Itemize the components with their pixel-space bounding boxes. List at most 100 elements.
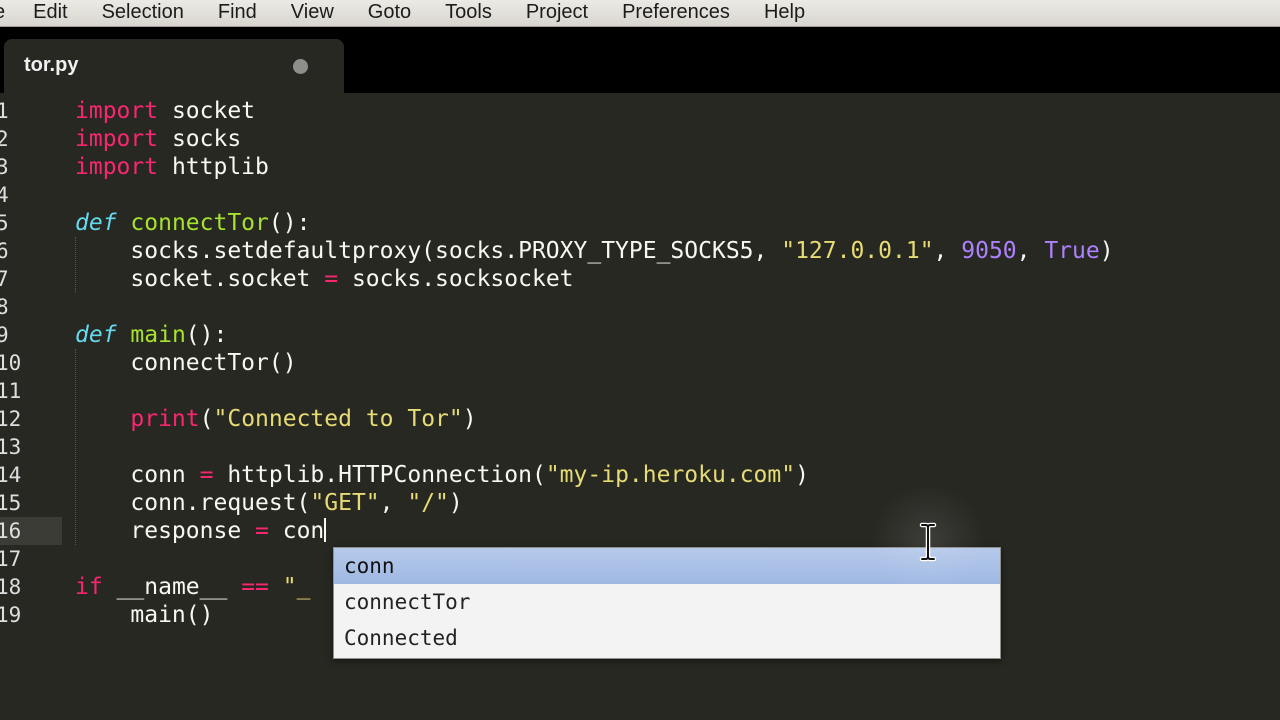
code-token: conn <box>75 462 200 488</box>
code-token: "Connected to Tor" <box>213 406 463 432</box>
code-token: connectTor <box>130 210 269 236</box>
code-line[interactable]: socket.socket = socks.socksocket <box>75 265 1275 293</box>
line-number: 13 <box>0 435 22 459</box>
code-token: (): <box>185 322 228 348</box>
line-number: 14 <box>0 463 22 487</box>
code-token: , <box>379 490 408 516</box>
autocomplete-label: connectTor <box>344 590 471 614</box>
tab-tor-py[interactable]: tor.py <box>4 39 344 95</box>
code-token: import <box>75 126 159 152</box>
ibeam-cursor-icon <box>919 522 937 562</box>
code-line[interactable] <box>75 377 1275 405</box>
code-line[interactable] <box>75 433 1275 461</box>
code-token: "127.0.0.1" <box>781 238 934 264</box>
code-token: httplib <box>158 154 269 180</box>
code-line[interactable]: conn = httplib.HTTPConnection("my-ip.her… <box>75 461 1275 489</box>
code-token: 9050 <box>961 238 1017 264</box>
code-token: , <box>933 238 962 264</box>
menu-bar: e Edit Selection Find View Goto Tools Pr… <box>0 0 1280 27</box>
menu-goto[interactable]: Goto <box>368 2 411 26</box>
line-number: 18 <box>0 575 22 599</box>
code-token: main() <box>75 602 214 628</box>
code-token: = <box>199 462 214 488</box>
code-token: "GET" <box>310 490 380 516</box>
line-number: 15 <box>0 491 22 515</box>
menu-view[interactable]: View <box>291 2 334 26</box>
code-line[interactable]: response = con <box>75 517 1275 545</box>
text-caret <box>324 518 327 542</box>
line-number: 2 <box>0 127 9 151</box>
menu-preferences[interactable]: Preferences <box>622 2 730 26</box>
tab-bar: tor.py <box>0 27 1280 95</box>
code-token: main <box>130 322 186 348</box>
line-number: 6 <box>0 239 9 263</box>
line-number: 9 <box>0 323 9 347</box>
code-token: True <box>1044 238 1100 264</box>
code-token: socks.setdefaultproxy(socks.PROXY_TYPE_S… <box>75 238 782 264</box>
menu-find[interactable]: Find <box>218 2 257 26</box>
code-token: conn.request( <box>75 490 311 516</box>
tab-title: tor.py <box>24 54 79 76</box>
menu-tools[interactable]: Tools <box>445 2 492 26</box>
code-token: ) <box>448 490 463 516</box>
code-line[interactable]: def main(): <box>75 321 1275 349</box>
code-line[interactable]: import socket <box>75 97 1275 125</box>
line-number: 17 <box>0 547 22 571</box>
code-line[interactable]: conn.request("GET", "/") <box>75 489 1275 517</box>
code-token: def <box>75 322 117 348</box>
line-number-gutter: 1 2 3 4 5 6 7 8 9 10 11 12 13 14 15 16 1… <box>0 97 62 629</box>
code-token: def <box>75 210 117 236</box>
code-line[interactable]: import socks <box>75 125 1275 153</box>
code-token: , <box>1016 238 1045 264</box>
code-token: socket.socket <box>75 266 325 292</box>
menu-help[interactable]: Help <box>764 2 805 26</box>
code-token: __name__ <box>102 574 242 600</box>
code-token: "my-ip.heroku.com" <box>545 462 796 488</box>
code-token: "/" <box>407 490 449 516</box>
code-line[interactable]: import httplib <box>75 153 1275 181</box>
code-line[interactable]: def connectTor(): <box>75 209 1275 237</box>
code-token: response <box>75 518 256 544</box>
line-number: 10 <box>0 351 22 375</box>
line-number: 4 <box>0 183 9 207</box>
line-number: 19 <box>0 603 22 627</box>
code-token: = <box>255 518 269 544</box>
line-number: 1 <box>0 99 9 123</box>
code-token: "_ <box>282 574 311 600</box>
code-token: import <box>75 154 159 180</box>
code-token: con <box>268 518 325 544</box>
code-token: == <box>241 574 269 600</box>
code-token: ) <box>795 462 809 488</box>
menu-selection[interactable]: Selection <box>102 2 184 26</box>
code-line[interactable] <box>75 293 1275 321</box>
menu-edit[interactable]: Edit <box>33 2 67 26</box>
code-line[interactable] <box>75 181 1275 209</box>
code-token: httplib.HTTPConnection( <box>213 462 546 488</box>
line-number: 8 <box>0 295 9 319</box>
code-line[interactable]: connectTor() <box>75 349 1275 377</box>
line-number: 16 <box>0 519 22 543</box>
line-number: 3 <box>0 155 9 179</box>
code-token: = <box>324 266 339 292</box>
unsaved-dot-icon[interactable] <box>293 59 308 74</box>
code-line[interactable]: print("Connected to Tor") <box>75 405 1275 433</box>
code-token: socket <box>158 98 256 124</box>
autocomplete-item-connected[interactable]: Connected <box>334 620 1000 656</box>
autocomplete-label: Connected <box>344 626 458 650</box>
autocomplete-label: conn <box>344 554 395 578</box>
code-token: print <box>130 406 200 432</box>
code-token: if <box>75 574 103 600</box>
menu-file[interactable]: e <box>0 2 5 26</box>
code-token: ( <box>199 406 214 432</box>
code-token: ) <box>1099 238 1114 264</box>
menu-project[interactable]: Project <box>526 2 588 26</box>
line-number: 7 <box>0 267 9 291</box>
code-token: ) <box>462 406 477 432</box>
line-number: 12 <box>0 407 22 431</box>
line-number: 5 <box>0 211 9 235</box>
line-number: 11 <box>0 379 22 403</box>
code-line[interactable]: socks.setdefaultproxy(socks.PROXY_TYPE_S… <box>75 237 1275 265</box>
